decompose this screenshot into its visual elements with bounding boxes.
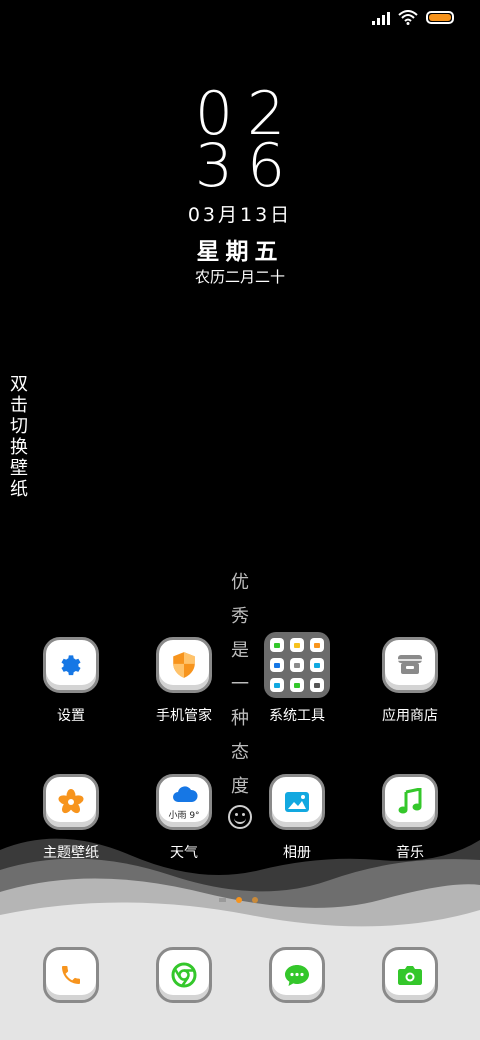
signal-icon [372, 11, 390, 25]
app-settings[interactable]: 设置 [21, 637, 121, 725]
phone-icon [62, 966, 80, 984]
page-indicator [219, 897, 258, 903]
app-tile [43, 774, 99, 830]
cloud-icon [173, 786, 198, 802]
page-indicator-home[interactable] [219, 898, 226, 902]
app-label: 系统工具 [269, 708, 325, 724]
app-tile [269, 947, 325, 1003]
hint-char: 壁 [10, 458, 28, 479]
app-store[interactable]: 应用商店 [360, 637, 460, 725]
battery-icon [426, 11, 454, 24]
shield-icon [173, 652, 195, 678]
hint-char: 纸 [10, 479, 28, 500]
dock-camera[interactable] [360, 947, 460, 1003]
app-label: 音乐 [396, 845, 424, 861]
app-label: 手机管家 [156, 708, 212, 724]
app-tile [43, 637, 99, 693]
app-tile [382, 637, 438, 693]
store-icon [398, 655, 422, 674]
app-gallery[interactable]: 相册 [247, 774, 347, 862]
status-bar [372, 10, 454, 25]
hint-char: 双 [10, 374, 28, 395]
dock-browser[interactable] [134, 947, 234, 1003]
app-tile [382, 947, 438, 1003]
wifi-icon [398, 10, 418, 25]
clock-minute: 36 [194, 131, 300, 201]
camera-icon [398, 966, 422, 985]
app-tile [156, 947, 212, 1003]
app-label: 设置 [57, 708, 85, 724]
motto-char: 优 [231, 572, 249, 593]
app-tile [382, 774, 438, 830]
app-label: 应用商店 [382, 708, 438, 724]
motto-char: 态 [231, 742, 249, 763]
lunar-date-label: 农历二月二十 [194, 268, 285, 286]
double-tap-wallpaper-hint[interactable]: 双 击 切 换 壁 纸 [8, 374, 30, 500]
weekday-label: 星期五 [196, 239, 284, 265]
motto-char: 秀 [231, 606, 249, 627]
app-tile: 小雨 9° [156, 774, 212, 830]
folder-system-tools[interactable]: 系统工具 [247, 632, 347, 725]
app-label: 相册 [283, 845, 311, 861]
date-label: 03月13日 [187, 204, 293, 226]
app-weather[interactable]: 小雨 9° 天气 [134, 774, 234, 862]
app-label: 天气 [170, 845, 198, 861]
app-themes[interactable]: 主题壁纸 [21, 774, 121, 862]
browser-icon [171, 962, 197, 988]
flower-icon [58, 789, 84, 814]
hint-char: 切 [10, 416, 28, 437]
app-music[interactable]: 音乐 [360, 774, 460, 862]
hint-char: 换 [10, 437, 28, 458]
app-tile [156, 637, 212, 693]
dock-messages[interactable] [247, 947, 347, 1003]
folder-icon [264, 632, 330, 698]
app-label: 主题壁纸 [43, 845, 99, 861]
page-indicator-dot[interactable] [252, 897, 258, 903]
dock-phone[interactable] [21, 947, 121, 1003]
message-icon [285, 965, 309, 986]
app-phone-manager[interactable]: 手机管家 [134, 637, 234, 725]
hint-char: 击 [10, 395, 28, 416]
gear-icon [61, 655, 81, 676]
clock: 02 36 [0, 84, 480, 201]
app-tile [269, 774, 325, 830]
photo-icon [285, 792, 309, 812]
music-note-icon [398, 788, 422, 814]
app-tile [43, 947, 99, 1003]
page-indicator-dot[interactable] [236, 897, 242, 903]
weather-summary: 小雨 9° [168, 811, 200, 821]
